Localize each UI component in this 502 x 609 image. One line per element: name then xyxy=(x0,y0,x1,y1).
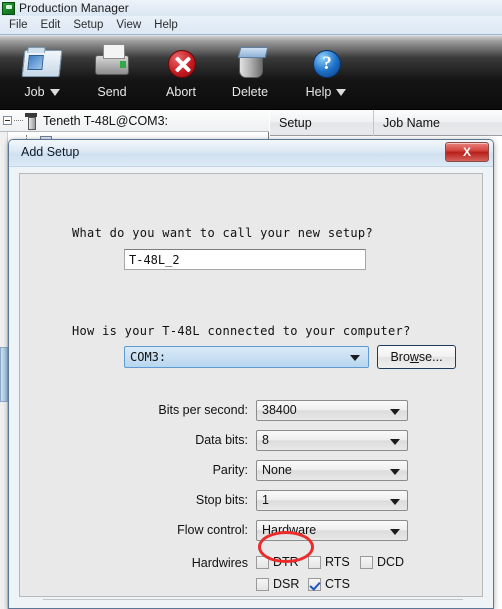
toolbar-label-help: Help xyxy=(305,85,332,99)
folder-icon xyxy=(18,42,66,84)
browse-label-post: se... xyxy=(418,350,443,364)
checkbox-label-dtr: DTR xyxy=(273,555,299,569)
checkbox-box-dsr xyxy=(256,577,269,591)
toolbar-label-delete: Delete xyxy=(231,85,269,99)
checkbox-dsr[interactable]: DSR xyxy=(256,577,299,591)
toolbar-label-job: Job xyxy=(24,85,45,99)
row-bits-per-second: Bits per second: 38400 xyxy=(20,399,484,421)
tree-scrollbar-thumb[interactable] xyxy=(0,347,8,402)
flow-control-select[interactable]: Hardware xyxy=(256,519,408,541)
printer-icon xyxy=(88,42,136,84)
dialog-body: What do you want to call your new setup?… xyxy=(19,173,484,600)
label-setup-name-question: What do you want to call your new setup? xyxy=(72,226,373,240)
dialog-divider xyxy=(43,599,463,600)
checkbox-label-dcd: DCD xyxy=(377,555,405,569)
abort-icon xyxy=(157,42,205,84)
toolbar-button-job[interactable]: Job xyxy=(6,40,78,106)
label-stop-bits: Stop bits: xyxy=(195,493,248,507)
data-bits-value: 8 xyxy=(262,433,269,447)
menu-setup[interactable]: Setup xyxy=(68,18,111,33)
row-data-bits: Data bits: 8 xyxy=(20,429,484,451)
setup-name-input[interactable]: T-48L_2 xyxy=(124,249,366,270)
port-select-value: COM3: xyxy=(130,350,167,364)
browse-label-accel: w xyxy=(409,350,419,364)
app-window: Production Manager File Edit Setup View … xyxy=(0,0,502,609)
toolbar-button-send[interactable]: Send xyxy=(76,40,148,106)
chevron-down-icon xyxy=(390,528,400,535)
tree-label-device: Teneth T-48L@COM3: xyxy=(43,113,169,128)
label-hardwires: Hardwires xyxy=(191,556,248,570)
checkbox-label-cts: CTS xyxy=(325,577,350,591)
toolbar-button-delete[interactable]: Delete xyxy=(214,40,286,106)
row-stop-bits: Stop bits: 1 xyxy=(20,489,484,511)
column-header-job-name[interactable]: Job Name xyxy=(374,110,502,136)
chevron-down-icon[interactable] xyxy=(336,88,347,96)
toolbar-button-abort[interactable]: Abort xyxy=(145,40,217,106)
row-flow-control: Flow control: Hardware xyxy=(20,519,484,541)
toolbar-label-abort: Abort xyxy=(166,85,196,99)
data-bits-select[interactable]: 8 xyxy=(256,429,408,451)
stop-bits-select[interactable]: 1 xyxy=(256,489,408,511)
checkbox-box-dcd xyxy=(360,555,373,569)
label-parity: Parity: xyxy=(212,463,248,477)
browse-label-pre: Bro xyxy=(390,350,410,364)
port-select[interactable]: COM3: xyxy=(124,346,369,368)
checkbox-box-dtr xyxy=(256,555,269,569)
menu-file[interactable]: File xyxy=(4,18,36,33)
parity-value: None xyxy=(262,463,292,477)
stop-bits-value: 1 xyxy=(262,493,269,507)
checkbox-box-rts xyxy=(308,555,321,569)
chevron-down-icon xyxy=(350,355,360,361)
tree-row-device[interactable]: Teneth T-48L@COM3: xyxy=(0,110,269,132)
tree-connector xyxy=(14,120,23,121)
add-setup-dialog: Add Setup X What do you want to call you… xyxy=(8,139,494,609)
menu-edit[interactable]: Edit xyxy=(36,18,69,33)
dialog-titlebar: Add Setup X xyxy=(9,140,493,167)
window-titlebar: Production Manager xyxy=(0,0,502,16)
row-parity: Parity: None xyxy=(20,459,484,481)
chevron-down-icon xyxy=(390,498,400,505)
chevron-down-icon[interactable] xyxy=(49,88,60,96)
app-logo-icon xyxy=(2,1,15,15)
checkbox-rts[interactable]: RTS xyxy=(308,555,350,569)
help-icon: ? xyxy=(302,42,350,84)
chevron-down-icon xyxy=(390,438,400,445)
browse-button[interactable]: Bro w se... xyxy=(377,345,456,369)
chevron-down-icon xyxy=(390,468,400,475)
menubar: File Edit Setup View Help xyxy=(0,16,502,35)
checkbox-cts[interactable]: CTS xyxy=(308,577,350,591)
dialog-title: Add Setup xyxy=(21,145,80,159)
device-icon xyxy=(24,113,38,130)
label-flow-control: Flow control: xyxy=(177,523,248,537)
flow-control-value: Hardware xyxy=(262,523,317,537)
label-bits-per-second: Bits per second: xyxy=(158,403,248,417)
label-data-bits: Data bits: xyxy=(195,433,248,447)
toolbar-label-send: Send xyxy=(97,85,127,99)
checkbox-label-dsr: DSR xyxy=(273,577,300,591)
menu-help[interactable]: Help xyxy=(149,18,186,33)
label-connection-question: How is your T-48L connected to your comp… xyxy=(72,324,411,338)
checkbox-dcd[interactable]: DCD xyxy=(360,555,404,569)
checkbox-box-cts xyxy=(308,577,321,591)
menu-view[interactable]: View xyxy=(111,18,149,33)
toolbar-button-help[interactable]: ? Help xyxy=(290,40,362,106)
bits-per-second-select[interactable]: 38400 xyxy=(256,399,408,421)
parity-select[interactable]: None xyxy=(256,459,408,481)
bits-per-second-value: 38400 xyxy=(262,403,297,417)
job-list-header: Setup Job Name xyxy=(270,109,502,136)
window-title: Production Manager xyxy=(19,1,129,15)
checkbox-dtr[interactable]: DTR xyxy=(256,555,299,569)
tree-expander-icon[interactable] xyxy=(3,116,12,125)
toolbar: Job Send Abort Delete ? Help xyxy=(0,36,502,110)
column-header-setup[interactable]: Setup xyxy=(270,109,374,136)
close-icon[interactable]: X xyxy=(445,142,489,162)
checkbox-label-rts: RTS xyxy=(325,555,350,569)
trash-icon xyxy=(226,42,274,84)
chevron-down-icon xyxy=(390,408,400,415)
tree-scrollbar[interactable] xyxy=(0,132,8,609)
